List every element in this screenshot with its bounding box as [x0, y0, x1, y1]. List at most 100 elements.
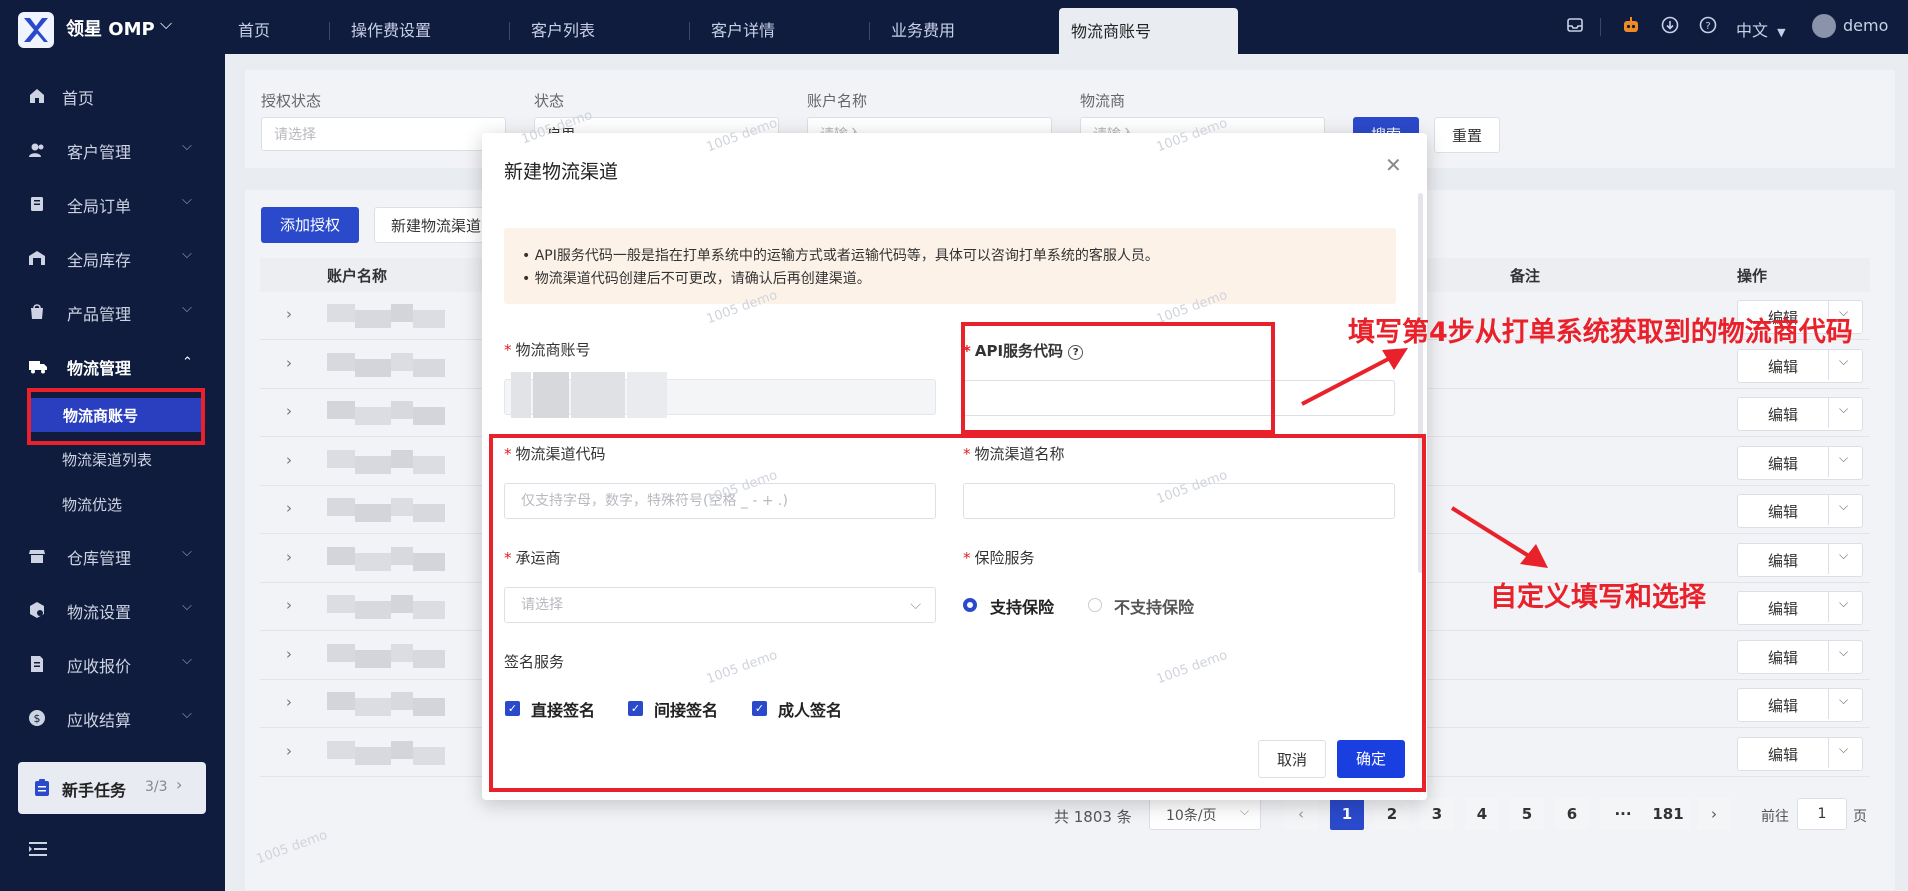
blurred-account-name [355, 649, 391, 668]
expand-row-icon[interactable]: › [286, 499, 292, 517]
edit-dropdown-button[interactable]: 编辑 ⌵ [1737, 688, 1863, 722]
edit-label: 编辑 [1768, 503, 1799, 521]
auth-status-select[interactable]: 请选择 [261, 117, 506, 151]
tab-logistics-account[interactable]: 物流商账号 [1059, 8, 1238, 54]
highlight-box-sidebar [27, 388, 205, 445]
robot-icon[interactable] [1621, 16, 1641, 39]
sidebar-item-receivable-settlement[interactable]: $ 应收结算 ⌵ [0, 698, 225, 738]
tab-customer-list[interactable]: 客户列表 [531, 0, 595, 54]
tab-customer-detail[interactable]: 客户详情 [711, 0, 775, 54]
expand-row-icon[interactable]: › [286, 305, 292, 323]
next-page-button[interactable]: › [1697, 798, 1731, 830]
tab-home[interactable]: 首页 [238, 0, 270, 54]
prev-page-button[interactable]: ‹ [1284, 798, 1318, 830]
avatar[interactable] [1812, 14, 1836, 38]
blurred-account-name [355, 310, 391, 328]
inbox-icon[interactable] [1566, 16, 1584, 39]
reset-button[interactable]: 重置 [1434, 117, 1500, 153]
chevron-down-icon: ⌵ [1839, 499, 1849, 513]
users-icon [28, 141, 46, 159]
annotation-text-custom: 自定义填写和选择 [1490, 582, 1706, 613]
expand-row-icon[interactable]: › [286, 693, 292, 711]
expand-row-icon[interactable]: › [286, 645, 292, 663]
page-number-button[interactable]: 3 [1420, 798, 1454, 830]
collapse-menu-icon[interactable] [28, 840, 48, 862]
close-icon[interactable]: ✕ [1385, 153, 1402, 177]
goto-page-input[interactable]: 1 [1797, 798, 1847, 830]
expand-row-icon[interactable]: › [286, 742, 292, 760]
download-icon[interactable] [1661, 16, 1679, 39]
edit-dropdown-button[interactable]: 编辑 ⌵ [1737, 494, 1863, 528]
tab-divider [869, 22, 870, 40]
expand-row-icon[interactable]: › [286, 596, 292, 614]
sidebar-item-label: 客户管理 [67, 143, 132, 162]
page-size-select[interactable]: 10条/页 ⌵ [1149, 798, 1261, 830]
blurred-account-name [391, 692, 413, 710]
blurred-value [571, 372, 625, 418]
edit-dropdown-button[interactable]: 编辑 ⌵ [1737, 736, 1863, 771]
tab-business-fee[interactable]: 业务费用 [891, 0, 955, 54]
sidebar-item-label: 物流设置 [67, 603, 132, 622]
page-number-button[interactable]: 4 [1465, 798, 1499, 830]
settings-box-icon [28, 601, 46, 619]
chevron-down-icon: ⌵ [1839, 353, 1849, 368]
sidebar-item-customers[interactable]: 客户管理 ⌵ [0, 130, 225, 170]
expand-row-icon[interactable]: › [286, 354, 292, 372]
page-number-button[interactable]: 5 [1510, 798, 1544, 830]
chevron-down-icon: ⌵ [182, 193, 192, 208]
page-number-button[interactable]: 1 [1330, 798, 1364, 830]
edit-dropdown-button[interactable]: 编辑 ⌵ [1737, 639, 1863, 674]
blurred-account-name [355, 552, 391, 571]
blurred-account-name [391, 352, 413, 371]
language-selector[interactable]: 中文 ▼ [1736, 17, 1786, 41]
sidebar-item-receivable-quote[interactable]: 应收报价 ⌵ [0, 644, 225, 684]
page-number-button[interactable]: 181 [1645, 798, 1691, 830]
new-task-card[interactable]: 新手任务 3/3 › [18, 762, 206, 814]
filter-label: 状态 [534, 92, 565, 110]
sidebar-item-label: 产品管理 [67, 305, 132, 324]
blurred-account-name [413, 407, 445, 425]
edit-dropdown-button[interactable]: 编辑 ⌵ [1737, 348, 1863, 383]
new-channel-button[interactable]: 新建物流渠道 [374, 207, 489, 243]
app-logo[interactable] [18, 12, 54, 48]
blurred-account-name [355, 698, 391, 716]
sidebar-item-products[interactable]: 产品管理 ⌵ [0, 292, 225, 332]
edit-dropdown-button[interactable]: 编辑 ⌵ [1737, 542, 1863, 577]
page-number-button[interactable]: 2 [1375, 798, 1409, 830]
edit-dropdown-button[interactable]: 编辑 ⌵ [1737, 397, 1863, 431]
edit-dropdown-button[interactable]: 编辑 ⌵ [1737, 591, 1863, 625]
filter-label: 物流商 [1080, 92, 1126, 110]
page-number-button[interactable]: 6 [1555, 798, 1589, 830]
expand-row-icon[interactable]: › [286, 548, 292, 566]
page-number-button[interactable]: ··· [1600, 798, 1646, 830]
sidebar-item-orders[interactable]: 全局订单 ⌵ [0, 184, 225, 224]
chevron-down-icon: ⌵ [1839, 644, 1849, 659]
blurred-account-name [413, 552, 445, 571]
sidebar-item-logistics-settings[interactable]: 物流设置 ⌵ [0, 590, 225, 630]
new-task-label: 新手任务 [62, 781, 127, 800]
edit-label: 编辑 [1768, 357, 1799, 376]
sidebar-item-warehouse[interactable]: 仓库管理 ⌵ [0, 536, 225, 576]
help-icon[interactable]: ? [1699, 16, 1717, 39]
edit-dropdown-button[interactable]: 编辑 ⌵ [1737, 445, 1863, 480]
expand-row-icon[interactable]: › [286, 451, 292, 469]
edit-label: 编辑 [1768, 551, 1799, 570]
blurred-account-name [391, 740, 413, 759]
sidebar-item-label: 物流管理 [67, 359, 132, 378]
sidebar-item-logistics[interactable]: 物流管理 ⌃ [0, 346, 225, 386]
expand-row-icon[interactable]: › [286, 402, 292, 420]
sidebar-subitem-logistics-optimize[interactable]: 物流优选 [62, 494, 122, 515]
dialog-title: 新建物流渠道 [504, 161, 619, 183]
sidebar-item-inventory[interactable]: 全局库存 ⌵ [0, 238, 225, 278]
blurred-account-name [327, 692, 355, 710]
blurred-account-name [327, 304, 355, 322]
add-auth-button[interactable]: 添加授权 [261, 207, 359, 243]
user-name[interactable]: demo [1843, 16, 1888, 35]
sidebar-subitem-channel-list[interactable]: 物流渠道列表 [62, 449, 152, 470]
chevron-down-icon: ⌵ [182, 301, 192, 316]
chevron-down-icon[interactable]: ⌵ [160, 14, 172, 34]
sidebar-item-home[interactable]: 首页 [0, 76, 225, 116]
tab-operation-fee[interactable]: 操作费设置 [351, 0, 431, 54]
chevron-down-icon: ⌵ [182, 247, 192, 262]
blurred-account-name [413, 504, 445, 522]
